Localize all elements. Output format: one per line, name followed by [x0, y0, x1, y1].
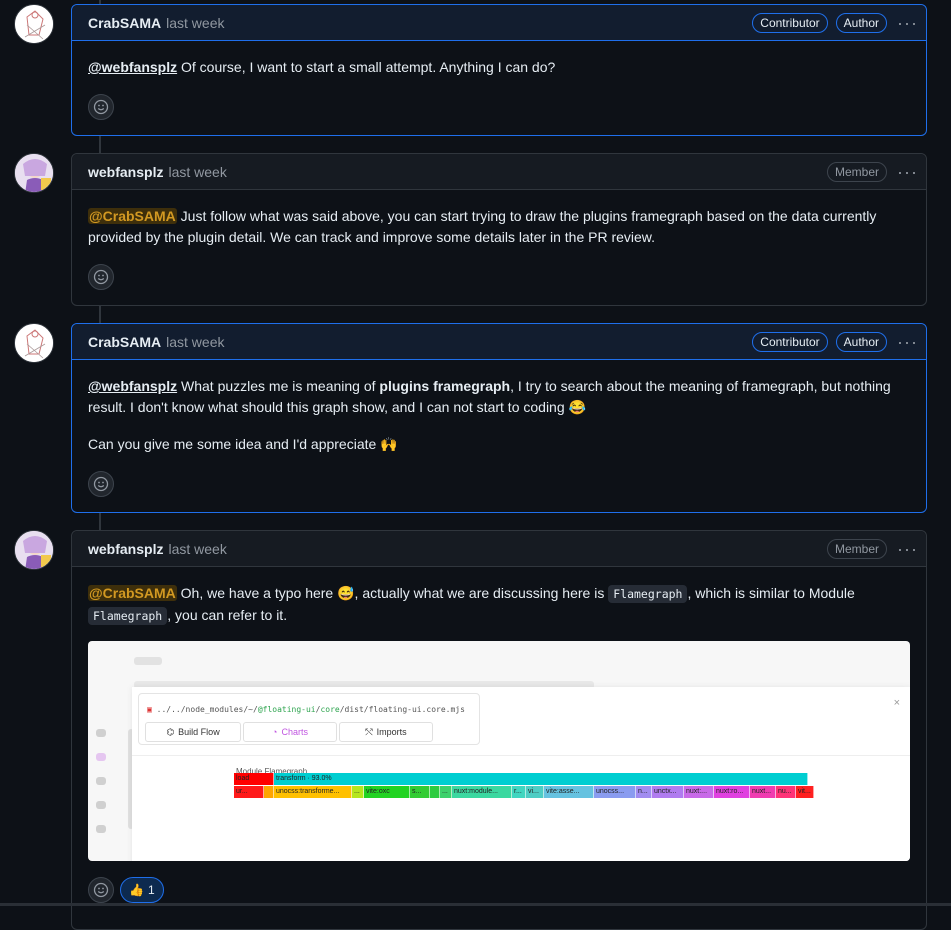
embedded-screenshot[interactable]: ▣ ../../node_modules/~/@floating-ui/core… — [88, 641, 910, 861]
flamegraph-segment[interactable]: unctx... — [652, 786, 684, 798]
comment-body: @CrabSAMA Oh, we have a typo here 😅, act… — [72, 567, 926, 911]
user-mention[interactable]: @CrabSAMA — [88, 208, 177, 224]
imports-button[interactable]: ⤲ Imports — [339, 722, 433, 742]
imports-icon: ⤲ — [365, 726, 373, 737]
comment-body: @webfansplz Of course, I want to start a… — [72, 41, 926, 128]
comment-timestamp[interactable]: last week — [166, 15, 224, 31]
comment-body: @webfansplz What puzzles me is meaning o… — [72, 360, 926, 505]
flamegraph-row: ur... unocss:transforme...... vite:oxc s...… — [234, 786, 814, 798]
build-flow-button[interactable]: ⌬ Build Flow — [145, 722, 241, 742]
comment-header: CrabSAMA last week Contributor Author ··… — [72, 5, 926, 41]
author-badge: Author — [835, 12, 888, 33]
flamegraph-row: load transform · 93.0% — [234, 773, 808, 785]
contributor-badge: Contributor — [752, 331, 828, 352]
more-options-icon[interactable]: ··· — [897, 163, 918, 181]
comment-author[interactable]: webfansplz — [88, 541, 163, 557]
comment-timestamp[interactable]: last week — [168, 164, 226, 180]
comment-text: , which is similar to Module — [687, 585, 855, 601]
flamegraph-segment[interactable]: ... — [352, 786, 364, 798]
add-reaction-button[interactable] — [88, 471, 114, 497]
bold-text: plugins framegraph — [379, 378, 511, 394]
add-reaction-button[interactable] — [88, 264, 114, 290]
inline-code: Flamegraph — [88, 607, 168, 625]
flamegraph-segment[interactable]: vite:asse... — [544, 786, 594, 798]
comment-text: What puzzles me is meaning of — [177, 378, 380, 394]
smiley-icon — [93, 269, 109, 285]
more-options-icon[interactable]: ··· — [897, 540, 918, 558]
smiley-icon — [93, 99, 109, 115]
thumbs-up-icon: 👍 — [129, 882, 144, 897]
flamegraph-segment[interactable]: nu... — [776, 786, 796, 798]
flamegraph-segment[interactable]: nuxt:module... — [452, 786, 512, 798]
avatar[interactable] — [14, 530, 54, 570]
chart-icon: ◔ — [272, 726, 278, 737]
comment-box: webfansplz last week Member ··· @CrabSAM… — [71, 530, 927, 930]
comment-header: webfansplz last week Member ··· — [72, 154, 926, 190]
tree-icon: ⌬ — [166, 726, 175, 737]
flamegraph-segment[interactable]: nuxt:... — [684, 786, 714, 798]
module-path: ▣ ../../node_modules/~/@floating-ui/core… — [147, 705, 465, 714]
add-reaction-button[interactable] — [88, 94, 114, 120]
flamegraph-segment[interactable] — [264, 786, 274, 798]
comment-box: CrabSAMA last week Contributor Author ··… — [71, 323, 927, 513]
user-mention[interactable]: @CrabSAMA — [88, 585, 177, 601]
smiley-icon — [93, 476, 109, 492]
sweat-smile-emoji: 😅 — [337, 585, 355, 601]
flamegraph-segment[interactable]: vi... — [526, 786, 544, 798]
comment-text: Of course, I want to start a small attem… — [177, 59, 556, 75]
more-options-icon[interactable]: ··· — [897, 333, 918, 351]
close-icon[interactable]: × — [894, 693, 900, 714]
flamegraph-segment[interactable]: vit... — [796, 786, 814, 798]
comment-author[interactable]: webfansplz — [88, 164, 163, 180]
comment-text: Can you give me some idea and I'd apprec… — [88, 436, 381, 452]
avatar[interactable] — [14, 153, 54, 193]
flamegraph-segment[interactable]: r... — [512, 786, 526, 798]
reaction-count: 1 — [147, 882, 155, 897]
comment-text: Oh, we have a typo here — [176, 585, 338, 601]
thumbs-up-reaction[interactable]: 👍 1 — [120, 877, 164, 903]
comment-author[interactable]: CrabSAMA — [88, 15, 161, 31]
comment-header: CrabSAMA last week Contributor Author ··… — [72, 324, 926, 360]
module-detail-panel: ▣ ../../node_modules/~/@floating-ui/core… — [132, 687, 910, 861]
contributor-badge: Contributor — [752, 12, 828, 33]
smiley-icon — [93, 882, 109, 898]
comment-text: , you can refer to it. — [167, 607, 288, 623]
flamegraph-segment[interactable]: s... — [410, 786, 430, 798]
module-path-card: ▣ ../../node_modules/~/@floating-ui/core… — [138, 693, 480, 745]
add-reaction-button[interactable] — [88, 877, 114, 903]
flamegraph-segment[interactable]: load — [234, 773, 274, 785]
avatar[interactable] — [14, 4, 54, 44]
flamegraph-segment[interactable]: nuxt... — [750, 786, 776, 798]
comment-timestamp[interactable]: last week — [168, 541, 226, 557]
comment-header: webfansplz last week Member ··· — [72, 531, 926, 567]
inline-code: Flamegraph — [608, 585, 688, 603]
flamegraph-segment[interactable]: transform · 93.0% — [274, 773, 808, 785]
flamegraph-segment[interactable]: unocss... — [594, 786, 636, 798]
comment-timestamp[interactable]: last week — [166, 334, 224, 350]
user-mention[interactable]: @webfansplz — [88, 59, 177, 75]
comment-text: Just follow what was said above, you can… — [88, 208, 877, 245]
flamegraph-segment[interactable]: n... — [636, 786, 652, 798]
flamegraph-segment[interactable]: nuxt:ro... — [714, 786, 750, 798]
comment-box: CrabSAMA last week Contributor Author ··… — [71, 4, 927, 136]
raising-hands-emoji: 🙌 — [380, 436, 398, 452]
tears-of-joy-emoji: 😂 — [568, 399, 586, 415]
avatar[interactable] — [14, 323, 54, 363]
member-badge: Member — [827, 538, 888, 559]
comment-body: @CrabSAMA Just follow what was said abov… — [72, 190, 926, 298]
flamegraph-segment[interactable]: vite:oxc — [364, 786, 410, 798]
charts-button[interactable]: ◔ Charts — [243, 722, 337, 742]
more-options-icon[interactable]: ··· — [897, 14, 918, 32]
flamegraph-segment[interactable]: ... — [440, 786, 452, 798]
user-mention[interactable]: @webfansplz — [88, 378, 177, 394]
member-badge: Member — [827, 161, 888, 182]
author-badge: Author — [835, 331, 888, 352]
comment-box: webfansplz last week Member ··· @CrabSAM… — [71, 153, 927, 306]
flamegraph-segment[interactable] — [430, 786, 440, 798]
comment-text: , actually what we are discussing here i… — [354, 585, 609, 601]
flamegraph-segment[interactable]: unocss:transforme... — [274, 786, 352, 798]
flamegraph-segment[interactable]: ur... — [234, 786, 264, 798]
comment-author[interactable]: CrabSAMA — [88, 334, 161, 350]
